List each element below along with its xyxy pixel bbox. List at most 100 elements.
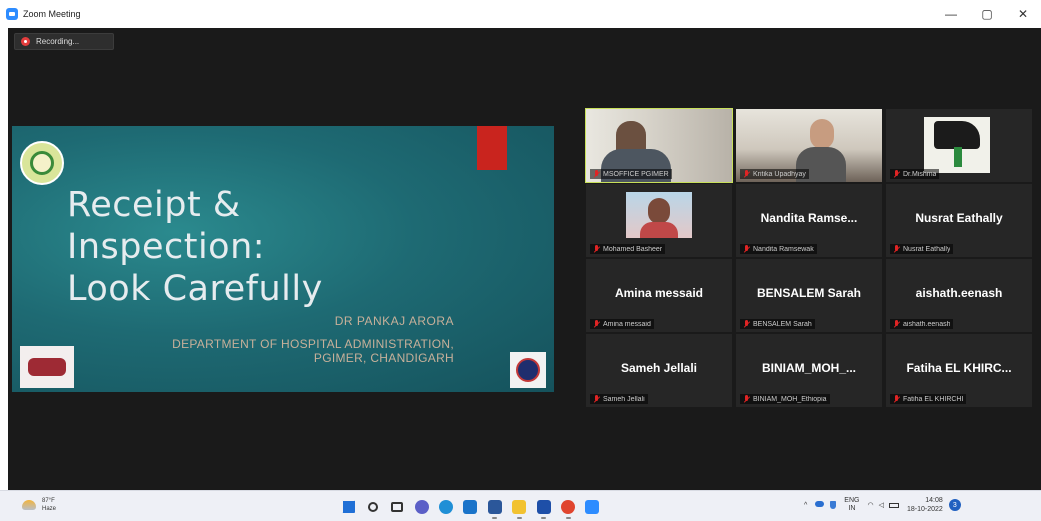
zoom-window: Zoom Meeting — ▢ ✕ Recording... Receipt …	[0, 0, 1041, 521]
meeting-stage: Recording... Receipt & Inspection: Look …	[8, 28, 1041, 490]
weather-condition: Haze	[42, 506, 57, 512]
participant-name-label: Mohamed Basheer	[590, 244, 666, 254]
participant-tile[interactable]: BENSALEM Sarah BENSALEM Sarah	[736, 259, 882, 332]
battery-icon	[888, 503, 899, 508]
zoom-icon[interactable]	[584, 498, 601, 515]
participant-display-name: Nandita Ramse...	[760, 211, 858, 225]
muted-mic-icon	[893, 245, 900, 253]
network-volume-battery[interactable]: ◠ ◁	[867, 501, 899, 509]
participant-display-name: BINIAM_MOH_...	[761, 361, 856, 375]
participant-gallery: MSOFFICE PGIMER Kritika Upadhyay Dr.Mishma…	[585, 108, 1032, 407]
participant-tile[interactable]: Fatiha EL KHIRC... Fatiha EL KHIRCHI	[886, 334, 1032, 407]
edge-icon[interactable]	[438, 498, 455, 515]
participant-tile[interactable]: BINIAM_MOH_... BINIAM_MOH_Ethiopia	[736, 334, 882, 407]
participant-tile[interactable]: Amina messaid Amina messaid	[586, 259, 732, 332]
chat-icon-glyph	[414, 499, 429, 514]
search-icon[interactable]	[364, 498, 381, 515]
participant-name-label: Amina messaid	[590, 319, 654, 329]
clock[interactable]: 14:08 18-10-2022	[907, 496, 943, 514]
chrome-icon-glyph	[561, 499, 576, 514]
participant-display-name: Amina messaid	[614, 286, 704, 300]
file-explorer-icon-glyph	[512, 499, 527, 514]
edge-icon-glyph	[439, 499, 454, 514]
running-indicator	[541, 517, 547, 519]
zoom-app-icon	[6, 8, 18, 20]
file-explorer-icon[interactable]	[511, 498, 528, 519]
muted-mic-icon	[593, 170, 600, 178]
muted-mic-icon	[893, 395, 900, 403]
region-code: IN	[848, 505, 856, 512]
photos-icon[interactable]	[535, 498, 552, 519]
shared-screen-slide: Receipt & Inspection: Look Carefully DR …	[12, 126, 554, 392]
language-indicator[interactable]: ENG IN	[844, 497, 859, 513]
chrome-icon[interactable]	[560, 498, 577, 519]
participant-name-label: BINIAM_MOH_Ethiopia	[740, 394, 830, 404]
participant-tile[interactable]: Dr.Mishma	[886, 109, 1032, 182]
participant-tile[interactable]: Nusrat Eathally Nusrat Eathally	[886, 184, 1032, 257]
task-view-icon[interactable]	[389, 498, 406, 515]
zoom-icon-glyph	[585, 499, 600, 514]
mail-icon[interactable]	[462, 498, 479, 515]
participant-tile[interactable]: Nandita Ramse... Nandita Ramsewak	[736, 184, 882, 257]
participant-name-label: MSOFFICE PGIMER	[590, 169, 672, 179]
participant-name: aishath.eenash	[903, 320, 951, 328]
running-indicator	[492, 517, 498, 519]
muted-mic-icon	[743, 245, 750, 253]
weather-temp: 87°F	[42, 498, 55, 504]
tray-overflow-chevron[interactable]: ^	[804, 502, 807, 509]
muted-mic-icon	[893, 170, 900, 178]
search-icon-glyph	[367, 501, 378, 512]
participant-tile[interactable]: MSOFFICE PGIMER	[585, 108, 733, 183]
participant-display-name: BENSALEM Sarah	[756, 286, 862, 300]
title-bar: Zoom Meeting — ▢ ✕	[0, 0, 1041, 28]
onedrive-icon[interactable]	[815, 501, 825, 507]
mail-icon-glyph	[463, 499, 478, 514]
minimize-button[interactable]: —	[933, 0, 969, 28]
muted-mic-icon	[743, 170, 750, 178]
participant-tile[interactable]: Mohamed Basheer	[586, 184, 732, 257]
participant-name-label: aishath.eenash	[890, 319, 954, 329]
participant-tile[interactable]: Sameh Jellali Sameh Jellali	[586, 334, 732, 407]
muted-mic-icon	[893, 320, 900, 328]
record-icon	[21, 37, 30, 46]
muted-mic-icon	[743, 395, 750, 403]
running-indicator	[565, 517, 571, 519]
ithd-logo	[510, 352, 546, 388]
participant-display-name: Nusrat Eathally	[915, 211, 1003, 225]
participant-name-label: Nandita Ramsewak	[740, 244, 817, 254]
defender-icon[interactable]	[830, 501, 837, 509]
recording-indicator[interactable]: Recording...	[14, 33, 114, 50]
participant-name: Nandita Ramsewak	[753, 245, 814, 253]
weather-widget[interactable]: 87°F Haze	[22, 497, 56, 513]
slide-title: Receipt & Inspection: Look Carefully	[67, 185, 323, 309]
clock-date: 18-10-2022	[906, 506, 943, 513]
participant-name-label: Sameh Jellali	[590, 394, 648, 404]
wifi-icon: ◠	[867, 502, 874, 509]
tray-icons[interactable]	[815, 501, 837, 509]
participant-name: Dr.Mishma	[903, 170, 937, 178]
participant-video	[626, 192, 692, 238]
participant-tile[interactable]: Kritika Upadhyay	[736, 109, 882, 182]
start-icon-glyph	[342, 500, 355, 513]
haze-weather-icon	[22, 500, 36, 510]
restore-button[interactable]: ▢	[969, 0, 1005, 28]
notification-badge[interactable]: 3	[948, 499, 961, 511]
window-title: Zoom Meeting	[23, 9, 81, 19]
participant-name: Sameh Jellali	[603, 395, 645, 403]
participant-name-label: BENSALEM Sarah	[740, 319, 815, 329]
volume-icon: ◁	[878, 502, 884, 509]
participant-name-label: Fatiha EL KHIRCHI	[890, 394, 967, 404]
close-button[interactable]: ✕	[1005, 0, 1041, 28]
running-indicator	[516, 517, 522, 519]
word-icon[interactable]	[486, 498, 503, 519]
start-icon[interactable]	[340, 498, 357, 515]
participant-name: BINIAM_MOH_Ethiopia	[753, 395, 827, 403]
participant-video	[924, 117, 990, 173]
slide-department: DEPARTMENT OF HOSPITAL ADMINISTRATION, P…	[172, 337, 454, 365]
chat-icon[interactable]	[413, 498, 430, 515]
participant-display-name: aishath.eenash	[915, 286, 1003, 300]
participant-name: MSOFFICE PGIMER	[603, 170, 669, 178]
participant-tile[interactable]: aishath.eenash aishath.eenash	[886, 259, 1032, 332]
slide-author: DR PANKAJ ARORA	[334, 314, 454, 328]
muted-mic-icon	[593, 395, 600, 403]
